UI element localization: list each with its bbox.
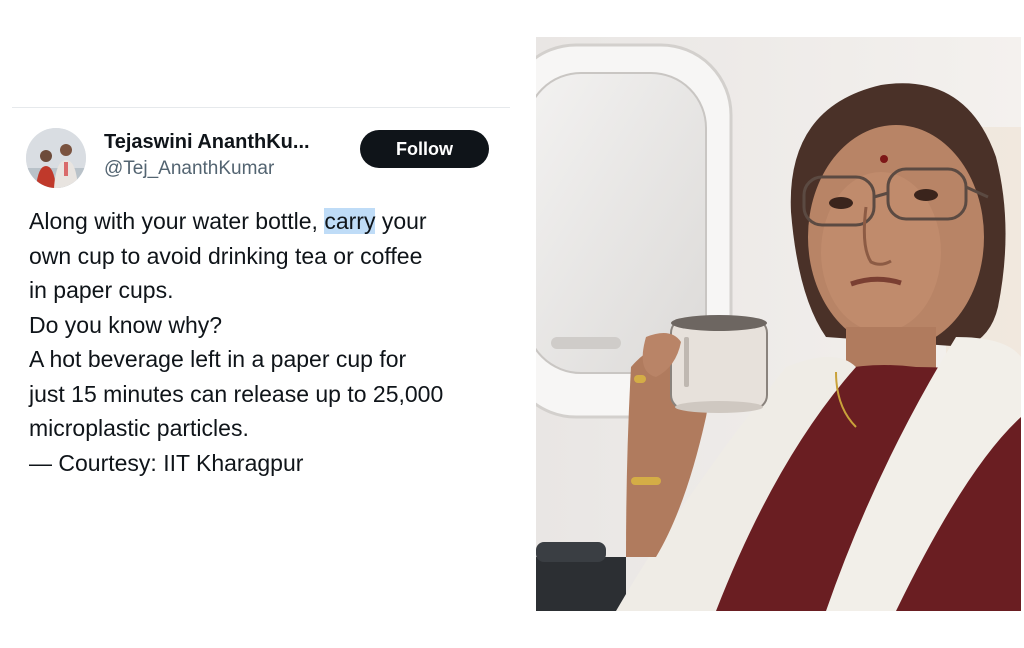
divider <box>12 107 510 108</box>
tweet-card: Tejaswini AnanthKu... @Tej_AnanthKumar F… <box>12 107 510 527</box>
tweet-line-text: Along with your water bottle, <box>29 208 325 234</box>
follow-button[interactable]: Follow <box>360 130 489 168</box>
tweet-line: own cup to avoid drinking tea or coffee <box>29 242 423 269</box>
display-name[interactable]: Tejaswini AnanthKu... <box>104 131 310 154</box>
tweet-text: Along with your water bottle, carry your… <box>29 204 510 480</box>
tweet-line: Do you know why? <box>29 311 223 338</box>
tweet-line: just 15 minutes can release up to 25,000 <box>29 380 444 407</box>
tweet-line: — Courtesy: IIT Kharagpur <box>29 449 304 476</box>
tweet-line: A hot beverage left in a paper cup for <box>29 346 407 372</box>
tweet-line-text: your <box>375 208 427 234</box>
photo <box>536 37 1021 611</box>
tweet-line: microplastic particles. <box>29 415 249 441</box>
tweet-line: Along with your water bottle, carry your <box>29 204 510 239</box>
user-handle[interactable]: @Tej_AnanthKumar <box>104 158 274 180</box>
selected-text: carry <box>324 208 376 234</box>
tweet-line: in paper cups. <box>29 277 174 303</box>
avatar[interactable] <box>26 128 86 188</box>
avatar-image <box>26 128 86 188</box>
airplane-photo <box>536 37 1021 611</box>
